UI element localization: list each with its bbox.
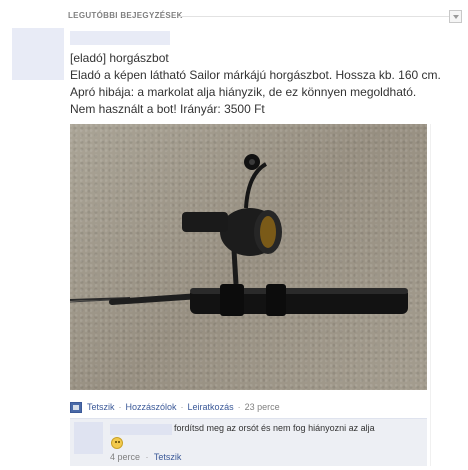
like-link[interactable]: Tetszik bbox=[87, 402, 115, 412]
author-avatar[interactable] bbox=[12, 28, 64, 80]
recent-posts-panel: LEGUTÓBBI BEJEGYZÉSEK [eladó] horgászbot… bbox=[0, 0, 468, 470]
comment-link[interactable]: Hozzászólok bbox=[126, 402, 177, 412]
section-title: LEGUTÓBBI BEJEGYZÉSEK bbox=[68, 11, 183, 20]
post-title: [eladó] horgászbot bbox=[70, 51, 169, 65]
unsubscribe-link[interactable]: Leiratkozás bbox=[188, 402, 234, 412]
post-line-1: Eladó a képen látható Sailor márkájú hor… bbox=[70, 68, 441, 82]
separator: · bbox=[180, 402, 184, 412]
chevron-down-icon[interactable] bbox=[449, 10, 462, 23]
right-divider bbox=[430, 124, 431, 466]
comment-timestamp[interactable]: 4 perce bbox=[110, 452, 140, 462]
separator: · bbox=[118, 402, 122, 412]
separator: · bbox=[145, 452, 149, 462]
author-name-redacted[interactable] bbox=[70, 31, 170, 45]
post-timestamp[interactable]: 23 perce bbox=[245, 402, 280, 412]
commenter-name-redacted[interactable] bbox=[110, 424, 172, 435]
post-line-3: Nem használt a bot! Irányár: 3500 Ft bbox=[70, 102, 265, 116]
comment-text: fordítsd meg az orsót és nem fog hiányoz… bbox=[174, 423, 375, 433]
comment-like-link[interactable]: Tetszik bbox=[154, 452, 182, 462]
post-photo[interactable] bbox=[70, 124, 427, 390]
post-line-2: Apró hibája: a markolat alja hiányzik, d… bbox=[70, 85, 417, 99]
comment-meta: 4 perce · Tetszik bbox=[110, 452, 181, 462]
commenter-avatar[interactable] bbox=[74, 422, 103, 454]
separator: · bbox=[237, 402, 241, 412]
comment: fordítsd meg az orsót és nem fog hiányoz… bbox=[70, 418, 427, 466]
fishing-rod-photo bbox=[70, 154, 408, 316]
smiley-icon bbox=[111, 437, 123, 449]
post-actions: Tetszik · Hozzászólok · Leiratkozás · 23… bbox=[70, 400, 280, 414]
note-icon bbox=[70, 401, 82, 413]
header-divider bbox=[180, 16, 462, 17]
post-body: [eladó] horgászbot Eladó a képen látható… bbox=[70, 50, 464, 118]
